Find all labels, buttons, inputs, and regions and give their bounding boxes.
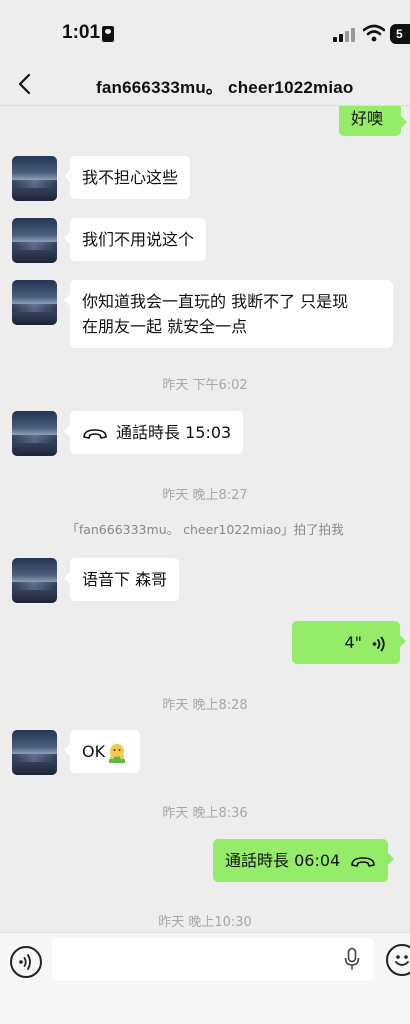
wifi-icon [363, 24, 385, 42]
message-input[interactable] [52, 938, 374, 980]
call-record-message[interactable]: 通話時長 06:04 [213, 839, 395, 882]
status-time: 1:01 [62, 22, 101, 43]
call-record-message[interactable]: 通話時長 15:03 [63, 411, 244, 454]
chat-header: fan666333mu。 cheer1022miao [0, 62, 410, 106]
voice-duration: 4" [344, 633, 362, 652]
voice-wave-icon [372, 636, 385, 651]
timestamp: 昨天 晚上8:27 [162, 488, 248, 503]
contact-avatar[interactable] [12, 218, 57, 263]
timestamp: 昨天 晚上10:30 [158, 915, 252, 930]
timestamp: 昨天 晚上8:36 [162, 806, 248, 821]
incoming-message[interactable]: 我不担心这些 [63, 156, 191, 199]
timestamp: 昨天 晚上8:28 [162, 698, 248, 713]
back-icon[interactable] [14, 72, 36, 96]
message-text-line: 在朋友一起 就安全一点 [82, 317, 248, 336]
outgoing-message[interactable]: 好噢 [339, 106, 407, 136]
call-duration: 通話時長 15:03 [116, 423, 232, 442]
timestamp: 昨天 下午6:02 [162, 378, 248, 393]
message-text-line: 你知道我会一直玩的 我断不了 只是现 [82, 292, 349, 311]
battery-icon: 5 [390, 24, 410, 44]
message-list[interactable]: 好噢 我不担心这些 我们不用说这个 你知道我会一直玩的 我断不了 只是现 在朋友… [0, 106, 410, 932]
incoming-message[interactable]: 语音下 森哥 [63, 558, 180, 601]
face-with-hands-emoji-icon [109, 743, 126, 763]
chat-title[interactable]: fan666333mu。 cheer1022miao [96, 73, 354, 98]
phone-icon [351, 856, 376, 867]
id-badge-icon [102, 26, 114, 42]
message-text: 好噢 [351, 109, 384, 128]
message-text: 我们不用说这个 [82, 230, 195, 249]
contact-avatar[interactable] [12, 730, 57, 775]
voice-mode-button[interactable] [10, 946, 42, 978]
status-bar: 1:01 5 [0, 0, 410, 62]
input-bar [0, 932, 410, 1024]
contact-avatar[interactable] [12, 411, 57, 456]
microphone-icon[interactable] [343, 947, 361, 971]
call-duration: 通話時長 06:04 [225, 851, 341, 870]
incoming-message[interactable]: OK [63, 730, 141, 773]
pat-notification: 「fan666333mu。 cheer1022miao」拍了拍我 [66, 522, 344, 537]
emoji-button[interactable] [386, 944, 410, 976]
cellular-signal-icon [333, 26, 355, 42]
contact-avatar[interactable] [12, 558, 57, 603]
emoji-icon [395, 955, 409, 966]
phone-icon [83, 428, 107, 439]
incoming-message[interactable]: 你知道我会一直玩的 我断不了 只是现 在朋友一起 就安全一点 [64, 280, 393, 348]
voice-message[interactable]: 4" [292, 621, 406, 664]
voice-mode-icon [19, 954, 31, 970]
message-text: 我不担心这些 [82, 168, 179, 187]
message-text: OK [82, 742, 106, 761]
message-text: 语音下 森哥 [82, 570, 168, 589]
incoming-message[interactable]: 我们不用说这个 [63, 218, 207, 261]
contact-avatar[interactable] [12, 156, 57, 201]
contact-avatar[interactable] [12, 280, 57, 325]
